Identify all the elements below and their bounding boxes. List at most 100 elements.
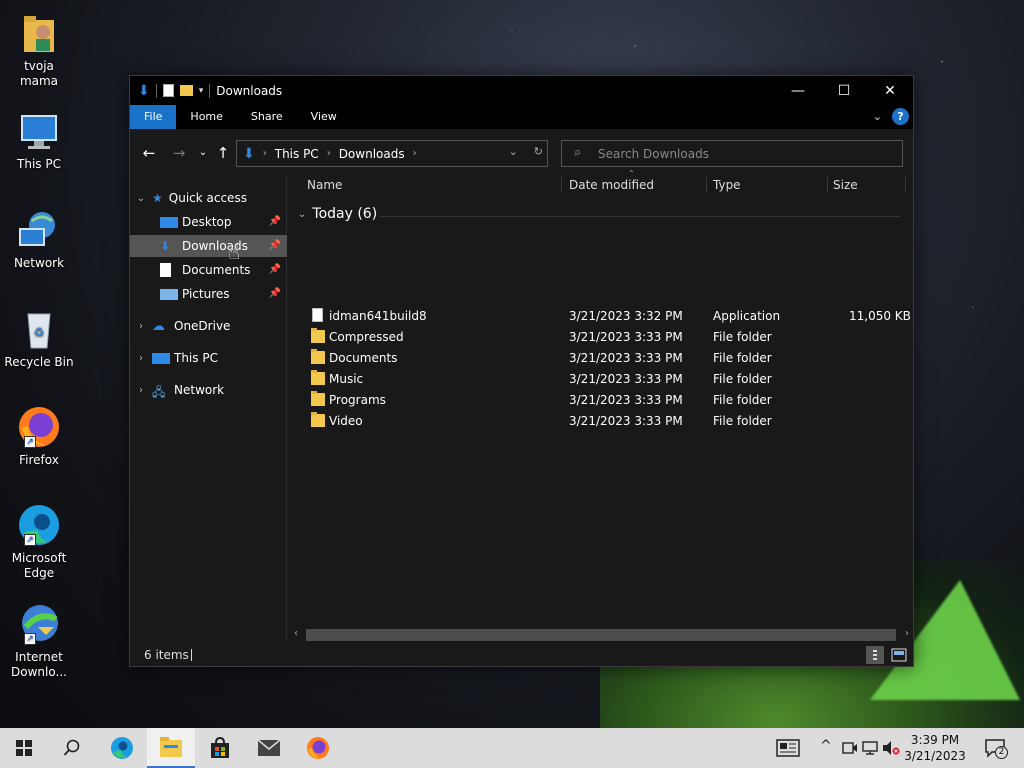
pin-icon: 📌 (268, 240, 281, 251)
meet-now-icon[interactable] (842, 740, 858, 759)
volume-muted-icon[interactable] (882, 740, 900, 759)
group-label: Today (6) (312, 206, 378, 222)
show-hidden-icons-chevron-icon[interactable]: ^ (820, 738, 832, 754)
tab-file[interactable]: File (130, 105, 177, 129)
new-folder-icon[interactable] (179, 85, 193, 96)
scroll-thumb[interactable] (306, 629, 896, 641)
tab-share[interactable]: Share (237, 105, 297, 129)
nav-this-pc[interactable]: › This PC (130, 347, 287, 369)
minimize-button[interactable]: — (775, 76, 821, 105)
desktop-icon-firefox[interactable]: ↗ Firefox (4, 404, 74, 468)
file-name: Programs (329, 393, 386, 407)
column-name[interactable]: Name (290, 177, 562, 193)
expand-ribbon-chevron-icon[interactable]: ⌄ (873, 110, 882, 123)
group-header-today[interactable]: ⌄ Today (6) (298, 206, 900, 222)
computer-icon (152, 352, 170, 364)
notifications-button[interactable]: 2 (984, 738, 1008, 763)
nav-quick-access[interactable]: ⌄ ★ Quick access (130, 187, 287, 209)
maximize-button[interactable]: ☐ (821, 76, 867, 105)
tab-view[interactable]: View (297, 105, 351, 129)
up-button[interactable]: ↑ (213, 143, 233, 163)
column-date-modified[interactable]: Date modified ⌃ (562, 169, 707, 193)
nav-documents[interactable]: Documents 📌 (130, 259, 287, 281)
nav-label: Desktop (182, 215, 232, 229)
breadcrumb-chevron-icon[interactable]: › (263, 148, 267, 159)
details-view-button[interactable] (866, 646, 884, 664)
nav-downloads[interactable]: ⬇ Downloads 📌 (130, 235, 287, 257)
taskbar-firefox[interactable] (294, 728, 342, 768)
star-icon: ★ (152, 191, 163, 205)
downloads-icon: ⬇ (160, 239, 171, 253)
address-bar[interactable]: ⬇ › This PC › Downloads › ⌄ ↻ (236, 140, 548, 167)
large-icons-view-button[interactable] (890, 646, 908, 664)
collapse-group-chevron-icon[interactable]: ⌄ (298, 209, 306, 220)
breadcrumb-this-pc[interactable]: This PC (275, 147, 319, 161)
pictures-icon (160, 288, 178, 300)
user-folder-icon (16, 10, 62, 56)
file-row[interactable]: Documents 3/21/2023 3:33 PM File folder (290, 348, 910, 369)
taskbar: ^ 3:39 PM 3/21/2023 2 (0, 728, 1024, 768)
desktop-icon-label: Internet Downlo... (11, 650, 67, 679)
expand-chevron-icon[interactable]: › (130, 353, 152, 364)
search-button[interactable] (48, 728, 96, 768)
close-button[interactable]: ✕ (867, 76, 913, 105)
svg-text:♻: ♻ (34, 325, 45, 339)
desktop-icon-label: Microsoft Edge (11, 551, 67, 580)
nav-label: Quick access (168, 191, 247, 205)
network-status-icon[interactable] (862, 740, 878, 759)
desktop-icon-edge[interactable]: ↗ Microsoft Edge (4, 502, 74, 581)
tab-home[interactable]: Home (176, 105, 236, 129)
pin-icon: 📌 (268, 264, 281, 275)
folder-icon (311, 328, 325, 343)
desktop-icon-recycle-bin[interactable]: ♻ Recycle Bin (4, 306, 74, 370)
taskbar-store[interactable] (196, 728, 244, 768)
customize-toolbar-icon[interactable]: ▾ (199, 86, 204, 96)
system-tray: ^ 3:39 PM 3/21/2023 2 (764, 728, 1024, 768)
start-button[interactable] (0, 728, 48, 768)
expand-chevron-icon[interactable]: › (130, 321, 152, 332)
collapse-chevron-icon[interactable]: ⌄ (130, 193, 152, 204)
refresh-icon[interactable]: ↻ (534, 145, 543, 158)
scroll-left-icon[interactable]: ‹ (294, 628, 298, 639)
column-size[interactable]: Size (828, 177, 906, 193)
desktop-icon-idm[interactable]: ↗ Internet Downlo... (4, 601, 74, 680)
help-button[interactable]: ? (892, 108, 909, 125)
nav-network[interactable]: › 🖧 Network (130, 379, 287, 401)
taskbar-edge[interactable] (98, 728, 146, 768)
file-row[interactable]: Music 3/21/2023 3:33 PM File folder (290, 369, 910, 390)
news-widget-icon[interactable] (776, 739, 800, 760)
recent-locations-button[interactable]: ⌄ (193, 143, 213, 163)
file-row[interactable]: idman641build8 3/21/2023 3:32 PM Applica… (290, 306, 911, 327)
hand-pointer-cursor-icon: ☝ (228, 240, 241, 264)
navigation-bar: ← → ⌄ ↑ ⬇ › This PC › Downloads › ⌄ ↻ ⌕ … (130, 129, 913, 175)
nav-pictures[interactable]: Pictures 📌 (130, 283, 287, 305)
file-row[interactable]: Compressed 3/21/2023 3:33 PM File folder (290, 327, 910, 348)
quick-access-toolbar: ⬇ ▾ (130, 76, 211, 105)
expand-chevron-icon[interactable]: › (130, 385, 152, 396)
search-input[interactable]: ⌕ Search Downloads (561, 140, 903, 167)
nav-desktop[interactable]: Desktop 📌 (130, 211, 287, 233)
scroll-right-icon[interactable]: › (905, 628, 909, 639)
down-arrow-icon: ⬇ (138, 82, 150, 99)
column-type[interactable]: Type (707, 177, 828, 193)
file-type: Application (713, 309, 781, 323)
desktop-icon-network[interactable]: Network (4, 207, 74, 271)
horizontal-scrollbar[interactable]: ‹ › (290, 627, 913, 643)
clock[interactable]: 3:39 PM 3/21/2023 (903, 732, 967, 764)
taskbar-mail[interactable] (245, 728, 293, 768)
back-button[interactable]: ← (139, 143, 159, 163)
properties-icon[interactable] (162, 84, 174, 97)
nav-onedrive[interactable]: › ☁ OneDrive (130, 315, 287, 337)
toolbar-separator (209, 83, 211, 98)
file-row[interactable]: Video 3/21/2023 3:33 PM File folder (290, 411, 910, 432)
forward-button[interactable]: → (169, 143, 189, 163)
file-row[interactable]: Programs 3/21/2023 3:33 PM File folder (290, 390, 910, 411)
title-bar[interactable]: ⬇ ▾ Downloads — ☐ ✕ (130, 76, 913, 105)
breadcrumb-chevron-icon[interactable]: › (327, 148, 331, 159)
desktop-icon-this-pc[interactable]: This PC (4, 108, 74, 172)
desktop-icon-tvoja-mama[interactable]: tvoja mama (4, 10, 74, 89)
address-history-chevron-icon[interactable]: ⌄ (509, 145, 518, 158)
breadcrumb-downloads[interactable]: Downloads (339, 147, 405, 161)
breadcrumb-chevron-icon[interactable]: › (413, 148, 417, 159)
taskbar-file-explorer[interactable] (147, 728, 195, 768)
